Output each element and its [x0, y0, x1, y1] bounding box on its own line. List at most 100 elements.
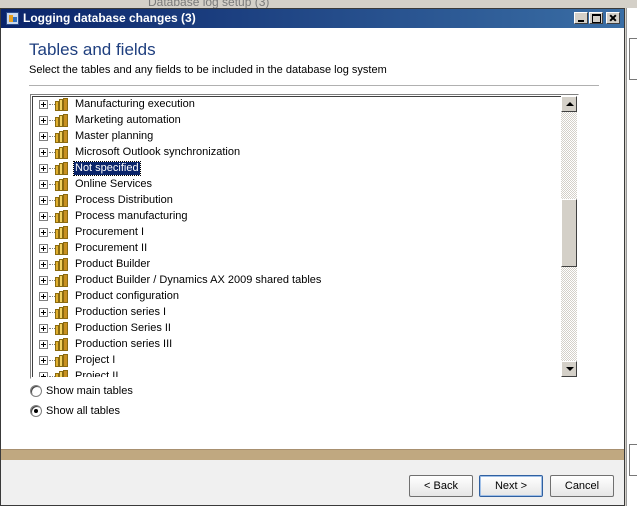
expand-plus-icon[interactable]	[39, 244, 48, 253]
expand-plus-icon[interactable]	[39, 148, 48, 157]
tree-item-label: Production series III	[75, 338, 173, 350]
show-all-tables-radio[interactable]	[30, 405, 42, 417]
background-window-edge	[626, 8, 637, 506]
table-group-folder-icon	[55, 322, 69, 335]
show-all-tables-label: Show all tables	[46, 405, 120, 417]
table-group-folder-icon	[55, 354, 69, 367]
wizard-dialog: Logging database changes (3) Tables and …	[0, 8, 625, 506]
tree-item[interactable]: Product Builder / Dynamics AX 2009 share…	[33, 273, 553, 289]
tree-item[interactable]: Procurement I	[33, 225, 553, 241]
expand-plus-icon[interactable]	[39, 260, 48, 269]
expand-plus-icon[interactable]	[39, 292, 48, 301]
app-icon	[6, 12, 19, 25]
table-group-folder-icon	[55, 146, 69, 159]
table-group-folder-icon	[55, 210, 69, 223]
tree-item-label: Not specified	[73, 161, 141, 176]
tree-item-label: Production Series II	[75, 322, 171, 334]
title-bar[interactable]: Logging database changes (3)	[1, 9, 624, 28]
tree-item-label: Procurement I	[75, 226, 145, 238]
table-group-folder-icon	[55, 290, 69, 303]
expand-plus-icon[interactable]	[39, 308, 48, 317]
back-button[interactable]: < Back	[409, 475, 473, 497]
table-group-folder-icon	[55, 226, 69, 239]
tree-item[interactable]: Process manufacturing	[33, 209, 553, 225]
expand-plus-icon[interactable]	[39, 324, 48, 333]
tree-item[interactable]: Product configuration	[33, 289, 553, 305]
expand-plus-icon[interactable]	[39, 116, 48, 125]
tree-item[interactable]: Project I	[33, 353, 553, 369]
expand-plus-icon[interactable]	[39, 180, 48, 189]
table-group-folder-icon	[55, 306, 69, 319]
tree-item[interactable]: Procurement II	[33, 241, 553, 257]
table-group-folder-icon	[55, 242, 69, 255]
tree-item[interactable]: Product Builder	[33, 257, 553, 273]
table-group-folder-icon	[55, 194, 69, 207]
page-subtitle: Select the tables and any fields to be i…	[29, 64, 387, 76]
table-group-folder-icon	[55, 178, 69, 191]
tree-item-label: Product configuration	[75, 290, 179, 302]
tree-item-label: Master planning	[75, 130, 154, 142]
table-group-folder-icon	[55, 370, 69, 377]
tree-item-label: Process manufacturing	[75, 210, 188, 222]
tree-list: Manufacturing execution Marketing automat…	[32, 96, 561, 377]
tree-item-label: Procurement II	[75, 242, 148, 254]
expand-plus-icon[interactable]	[39, 212, 48, 221]
table-group-folder-icon	[55, 114, 69, 127]
table-tree-view[interactable]: Manufacturing execution Marketing automat…	[30, 94, 579, 379]
table-group-folder-icon	[55, 274, 69, 287]
tree-item[interactable]: Manufacturing execution	[33, 97, 553, 113]
tree-item-label: Marketing automation	[75, 114, 181, 126]
table-group-folder-icon	[55, 338, 69, 351]
scroll-down-arrow-icon[interactable]	[561, 361, 577, 377]
tree-item-label: Online Services	[75, 178, 153, 190]
expand-plus-icon[interactable]	[39, 132, 48, 141]
tree-item-label: Product Builder / Dynamics AX 2009 share…	[75, 274, 322, 286]
maximize-button[interactable]	[589, 12, 603, 24]
table-group-folder-icon	[55, 258, 69, 271]
expand-plus-icon[interactable]	[39, 276, 48, 285]
tree-item-label: Production series I	[75, 306, 167, 318]
window-title: Logging database changes (3)	[23, 11, 196, 25]
table-group-folder-icon	[55, 162, 69, 175]
expand-plus-icon[interactable]	[39, 340, 48, 349]
background-edge-notch	[629, 38, 637, 80]
table-group-folder-icon	[55, 130, 69, 143]
tree-item[interactable]: Microsoft Outlook synchronization	[33, 145, 553, 161]
tree-item[interactable]: Production Series II	[33, 321, 553, 337]
divider	[29, 85, 599, 87]
next-button[interactable]: Next >	[479, 475, 543, 497]
tree-item[interactable]: Not specified	[33, 161, 553, 177]
footer-band	[1, 449, 624, 460]
show-main-tables-label: Show main tables	[46, 385, 133, 397]
tree-item[interactable]: Project II	[33, 369, 553, 377]
tree-item[interactable]: Online Services	[33, 177, 553, 193]
tree-item-label: Project II	[75, 370, 119, 377]
tree-item[interactable]: Production series III	[33, 337, 553, 353]
expand-plus-icon[interactable]	[39, 164, 48, 173]
show-main-tables-radio[interactable]	[30, 385, 42, 397]
tree-item[interactable]: Master planning	[33, 129, 553, 145]
tree-item[interactable]: Process Distribution	[33, 193, 553, 209]
expand-plus-icon[interactable]	[39, 196, 48, 205]
tree-item-label: Project I	[75, 354, 116, 366]
minimize-button[interactable]	[574, 12, 588, 24]
tree-item-label: Microsoft Outlook synchronization	[75, 146, 241, 158]
tree-item[interactable]: Marketing automation	[33, 113, 553, 129]
cancel-button[interactable]: Cancel	[550, 475, 614, 497]
scroll-up-arrow-icon[interactable]	[561, 96, 577, 112]
background-window-strip: Database log setup (3)	[0, 0, 637, 9]
tree-item-label: Manufacturing execution	[75, 98, 195, 110]
vertical-scrollbar[interactable]	[561, 96, 577, 377]
tree-item-label: Process Distribution	[75, 194, 173, 206]
expand-plus-icon[interactable]	[39, 100, 48, 109]
tree-item-label: Product Builder	[75, 258, 151, 270]
expand-plus-icon[interactable]	[39, 228, 48, 237]
scrollbar-thumb[interactable]	[561, 199, 577, 267]
background-edge-notch	[629, 444, 637, 476]
expand-plus-icon[interactable]	[39, 356, 48, 365]
page-title: Tables and fields	[29, 40, 156, 59]
expand-plus-icon[interactable]	[39, 372, 48, 377]
table-group-folder-icon	[55, 98, 69, 111]
tree-item[interactable]: Production series I	[33, 305, 553, 321]
close-button[interactable]	[606, 12, 620, 24]
